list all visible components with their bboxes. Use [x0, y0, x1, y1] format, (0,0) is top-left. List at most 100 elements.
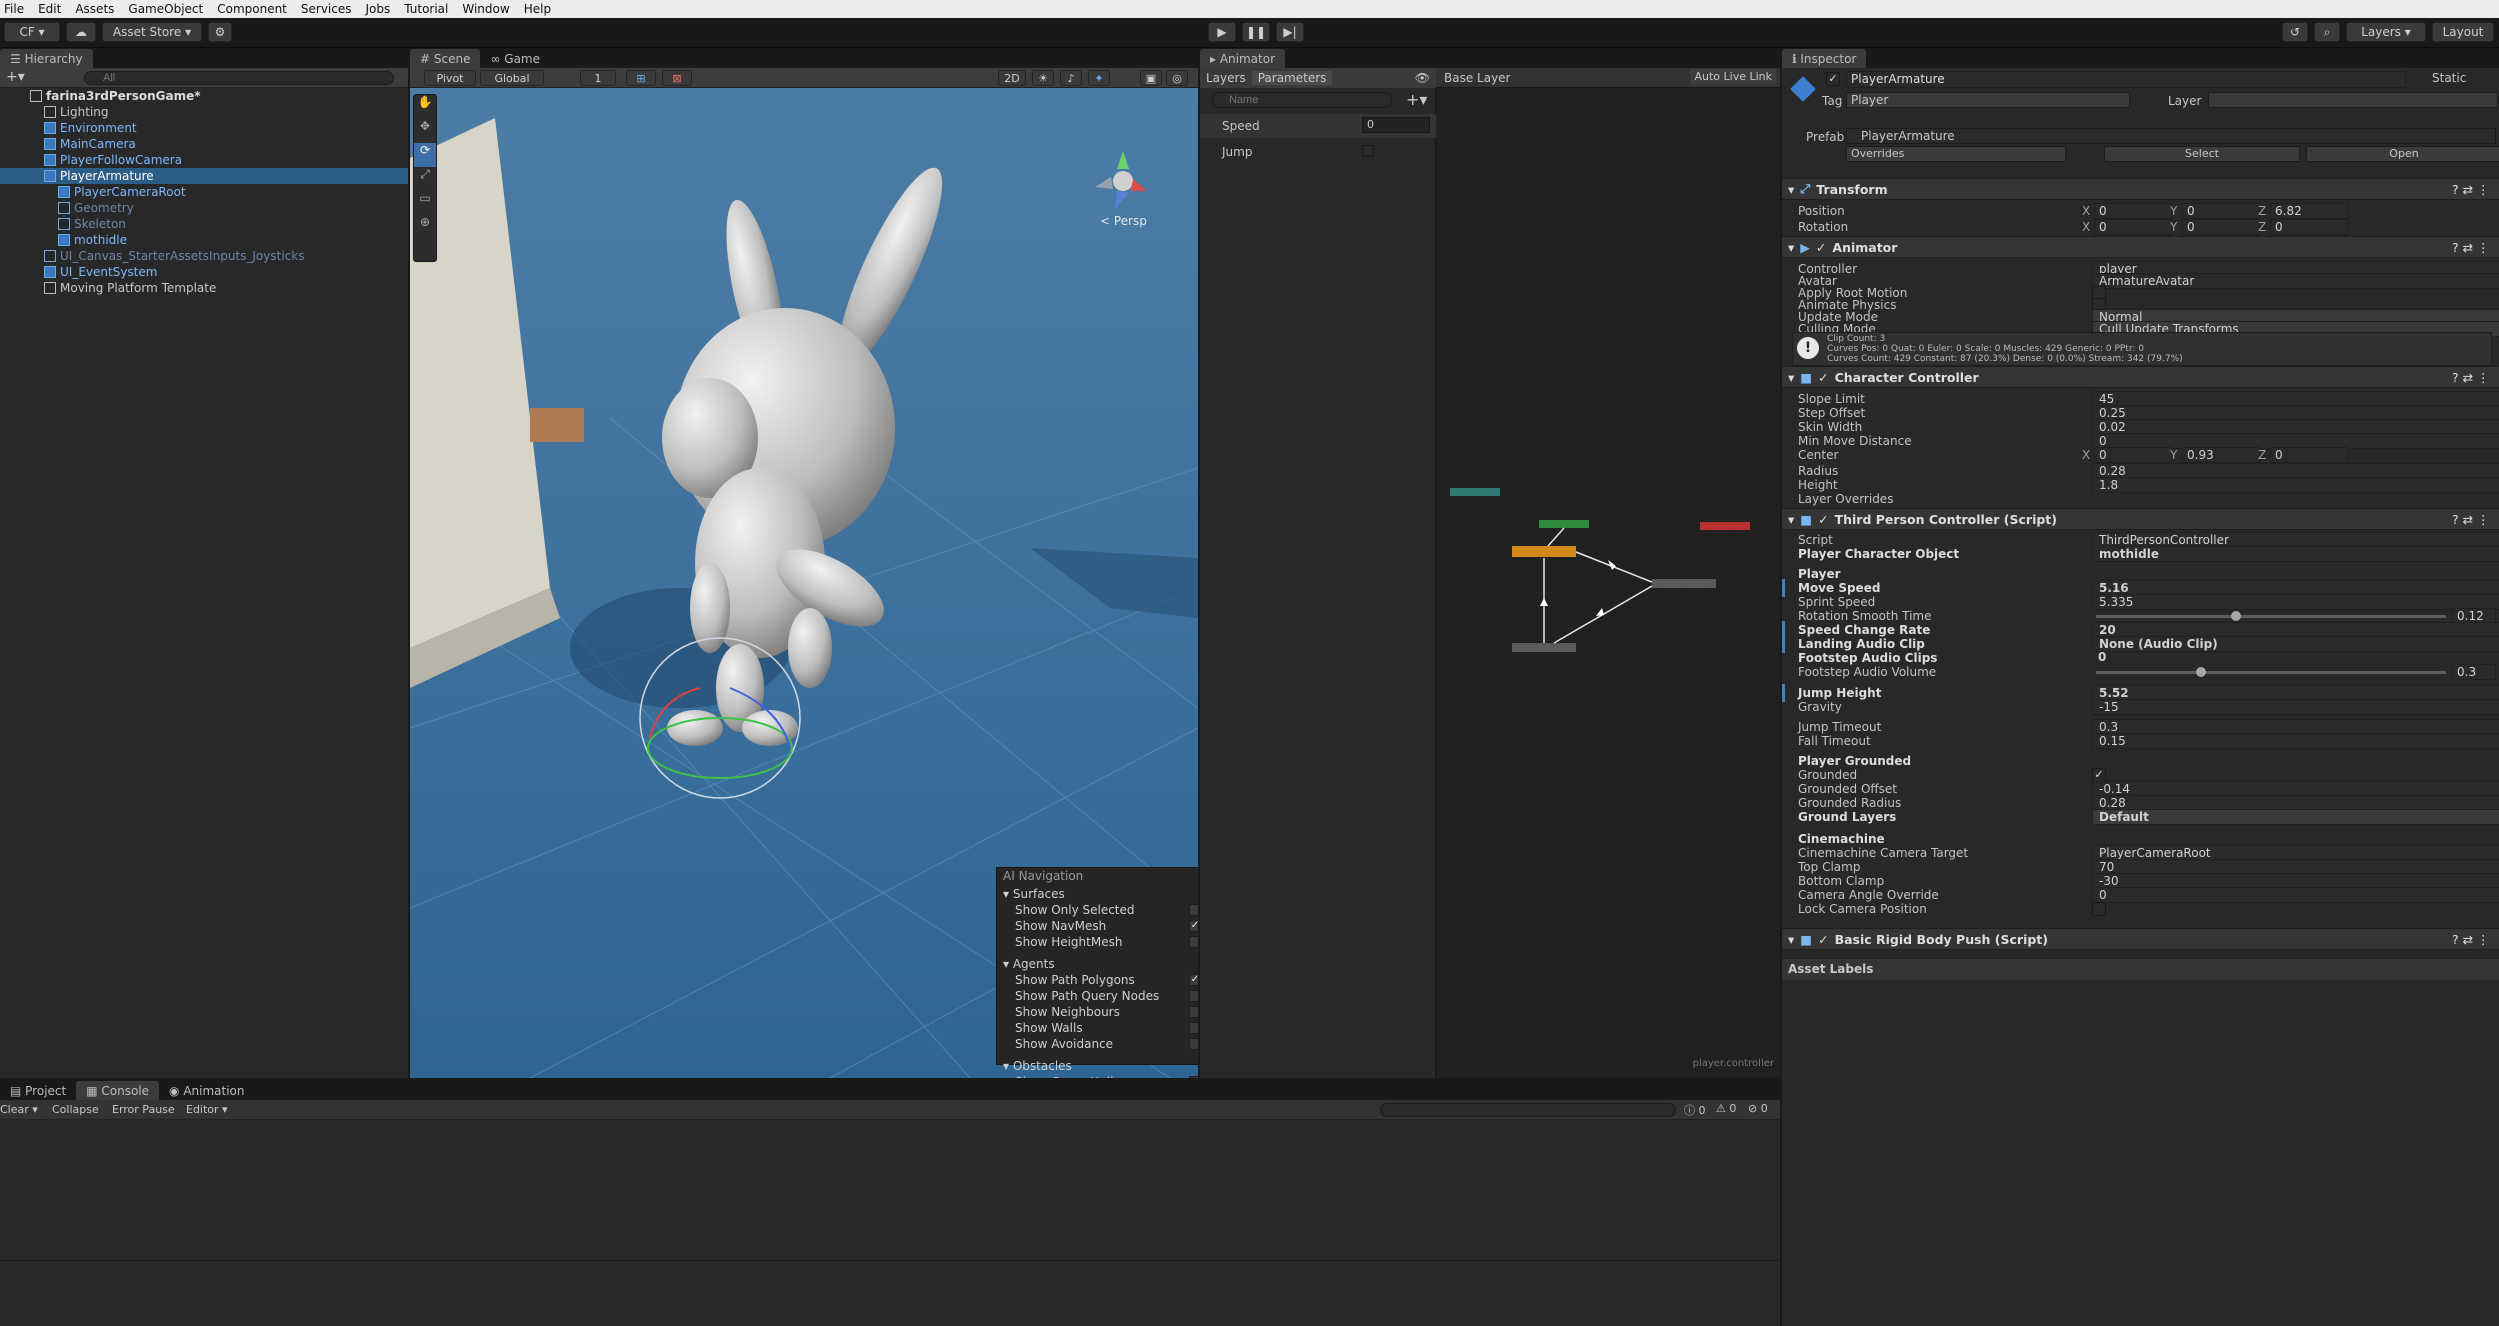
- search-icon[interactable]: ⌕: [2314, 22, 2340, 42]
- ai-nav-checkbox[interactable]: [1189, 1006, 1198, 1018]
- ai-nav-checkbox[interactable]: ✓: [1189, 920, 1198, 932]
- hierarchy-item[interactable]: MainCamera: [0, 136, 408, 152]
- ai-nav-section[interactable]: ▾ Agents: [997, 956, 1198, 972]
- play-button[interactable]: ▶: [1208, 22, 1236, 42]
- hierarchy-item[interactable]: UI_Canvas_StarterAssetsInputs_Joysticks: [0, 248, 408, 264]
- layout-dropdown[interactable]: Layout: [2432, 22, 2494, 42]
- ai-nav-checkbox[interactable]: [1189, 1022, 1198, 1034]
- tab-animator[interactable]: ▸ Animator: [1200, 49, 1286, 68]
- ai-nav-checkbox[interactable]: ✓: [1189, 974, 1198, 986]
- axis-value[interactable]: 0: [2094, 447, 2172, 463]
- property-value[interactable]: Default: [2092, 809, 2499, 825]
- ai-nav-section[interactable]: ▾ Obstacles: [997, 1058, 1198, 1074]
- property-value[interactable]: mothidle: [2092, 546, 2499, 562]
- rotate-tool-icon[interactable]: ⟳: [414, 143, 436, 167]
- hierarchy-item[interactable]: mothidle: [0, 232, 408, 248]
- hierarchy-item[interactable]: farina3rdPersonGame*: [0, 88, 408, 104]
- axis-value[interactable]: 0: [2094, 203, 2172, 219]
- view-tool-icon[interactable]: ✋: [414, 95, 436, 119]
- hierarchy-item[interactable]: Geometry: [0, 200, 408, 216]
- hierarchy-search-input[interactable]: [84, 71, 394, 85]
- settings-gear-icon[interactable]: ⚙: [208, 22, 232, 42]
- axis-value[interactable]: 0: [2182, 203, 2260, 219]
- animator-graph[interactable]: [1436, 88, 1780, 1058]
- history-icon[interactable]: ↺: [2282, 22, 2308, 42]
- scale-tool-icon[interactable]: ⤢: [414, 167, 436, 191]
- slider-handle[interactable]: [2231, 611, 2241, 621]
- tab-inspector[interactable]: ℹ Inspector: [1782, 49, 1867, 68]
- clear-button[interactable]: Clear ▾: [0, 1103, 38, 1116]
- menu-item[interactable]: Services: [301, 2, 352, 16]
- slider-track[interactable]: [2096, 671, 2446, 674]
- prefab-field[interactable]: PlayerArmature: [1846, 128, 2496, 144]
- active-checkbox[interactable]: ✓: [1826, 72, 1840, 86]
- pivot-dropdown[interactable]: Pivot: [424, 70, 476, 86]
- editor-dropdown[interactable]: Editor ▾: [186, 1103, 228, 1116]
- scene-viewport[interactable]: < Persp ✋ ✥ ⟳ ⤢ ▭ ⊕ AI Navigation ▾ Surf…: [410, 88, 1198, 1078]
- effects-icon[interactable]: ✦: [1088, 70, 1110, 86]
- component-menu-icon[interactable]: ? ⇄ ⋮: [2452, 512, 2490, 527]
- tab-scene[interactable]: # Scene: [410, 49, 481, 68]
- rect-tool-icon[interactable]: ▭: [414, 191, 436, 215]
- object-name-field[interactable]: PlayerArmature: [1846, 71, 2406, 88]
- light-icon[interactable]: ☀: [1032, 70, 1054, 86]
- asset-store-button[interactable]: Asset Store ▾: [102, 22, 202, 42]
- camera-icon[interactable]: ▣: [1140, 70, 1162, 86]
- component-menu-icon[interactable]: ? ⇄ ⋮: [2452, 370, 2490, 385]
- axis-value[interactable]: 0: [2182, 219, 2260, 235]
- warning-count[interactable]: ⚠ 0: [1716, 1102, 1736, 1115]
- account-button[interactable]: CF ▾: [4, 22, 60, 42]
- axis-value[interactable]: 6.82: [2270, 203, 2348, 219]
- ai-nav-checkbox[interactable]: [1189, 936, 1198, 948]
- hierarchy-item[interactable]: PlayerFollowCamera: [0, 152, 408, 168]
- ai-nav-checkbox[interactable]: [1189, 990, 1198, 1002]
- hierarchy-item[interactable]: Environment: [0, 120, 408, 136]
- menu-item[interactable]: Tutorial: [404, 2, 448, 16]
- third-person-controller-header[interactable]: ▾ ■ ✓ Third Person Controller (Script)? ⇄ ⋮: [1782, 508, 2499, 530]
- transform-header[interactable]: ▾ ⤢ Transform? ⇄ ⋮: [1782, 178, 2499, 200]
- step-button[interactable]: ▶|: [1276, 22, 1304, 42]
- property-value[interactable]: -15: [2092, 699, 2499, 715]
- hierarchy-item[interactable]: Moving Platform Template: [0, 280, 408, 296]
- axis-value[interactable]: 0.93: [2182, 447, 2260, 463]
- error-pause-button[interactable]: Error Pause: [112, 1103, 175, 1116]
- property-checkbox[interactable]: [2092, 902, 2106, 916]
- hierarchy-item[interactable]: PlayerCameraRoot: [0, 184, 408, 200]
- 2d-toggle[interactable]: 2D: [998, 70, 1026, 86]
- param-value-field[interactable]: 0: [1362, 117, 1430, 133]
- menu-item[interactable]: Component: [217, 2, 287, 16]
- component-menu-icon[interactable]: ? ⇄ ⋮: [2452, 240, 2490, 255]
- menu-item[interactable]: File: [4, 2, 24, 16]
- component-menu-icon[interactable]: ? ⇄ ⋮: [2452, 932, 2490, 947]
- log-count[interactable]: ⓘ 0: [1684, 1102, 1706, 1118]
- menu-item[interactable]: Assets: [75, 2, 114, 16]
- tab-game[interactable]: ∞ Game: [480, 49, 550, 68]
- error-count[interactable]: ⊘ 0: [1748, 1102, 1768, 1115]
- parameters-tab[interactable]: Parameters: [1251, 71, 1333, 85]
- layer-dropdown[interactable]: [2208, 92, 2498, 108]
- tag-dropdown[interactable]: Player: [1846, 92, 2130, 108]
- menu-item[interactable]: Edit: [38, 2, 61, 16]
- tab-animation[interactable]: ◉ Animation: [159, 1081, 254, 1100]
- component-enabled-checkbox[interactable]: ✓: [1818, 512, 1828, 527]
- component-enabled-checkbox[interactable]: ✓: [1818, 370, 1828, 385]
- property-value[interactable]: 0.15: [2092, 733, 2499, 749]
- add-param-icon[interactable]: +▾: [1406, 90, 1427, 109]
- move-tool-icon[interactable]: ✥: [414, 119, 436, 143]
- perspective-label[interactable]: < Persp: [1100, 214, 1147, 228]
- base-layer-label[interactable]: Base Layer: [1444, 71, 1511, 85]
- grid-size-field[interactable]: 1: [580, 70, 616, 86]
- slider-track[interactable]: [2096, 615, 2446, 618]
- console-search-input[interactable]: [1380, 1103, 1676, 1117]
- collapse-button[interactable]: Collapse: [52, 1103, 99, 1116]
- basic-rigid-body-push-header[interactable]: ▾ ■ ✓ Basic Rigid Body Push (Script)? ⇄ ⋮: [1782, 928, 2499, 950]
- select-button[interactable]: Select: [2104, 146, 2300, 162]
- pause-button[interactable]: ❚❚: [1242, 22, 1270, 42]
- hierarchy-item[interactable]: PlayerArmature: [0, 168, 408, 184]
- menu-item[interactable]: Jobs: [366, 2, 391, 16]
- transform-tool-icon[interactable]: ⊕: [414, 215, 436, 239]
- tab-hierarchy[interactable]: ☰ Hierarchy: [0, 49, 93, 68]
- tab-console[interactable]: ▦ Console: [76, 1081, 160, 1100]
- axis-value[interactable]: 0: [2270, 447, 2348, 463]
- global-dropdown[interactable]: Global: [480, 70, 544, 86]
